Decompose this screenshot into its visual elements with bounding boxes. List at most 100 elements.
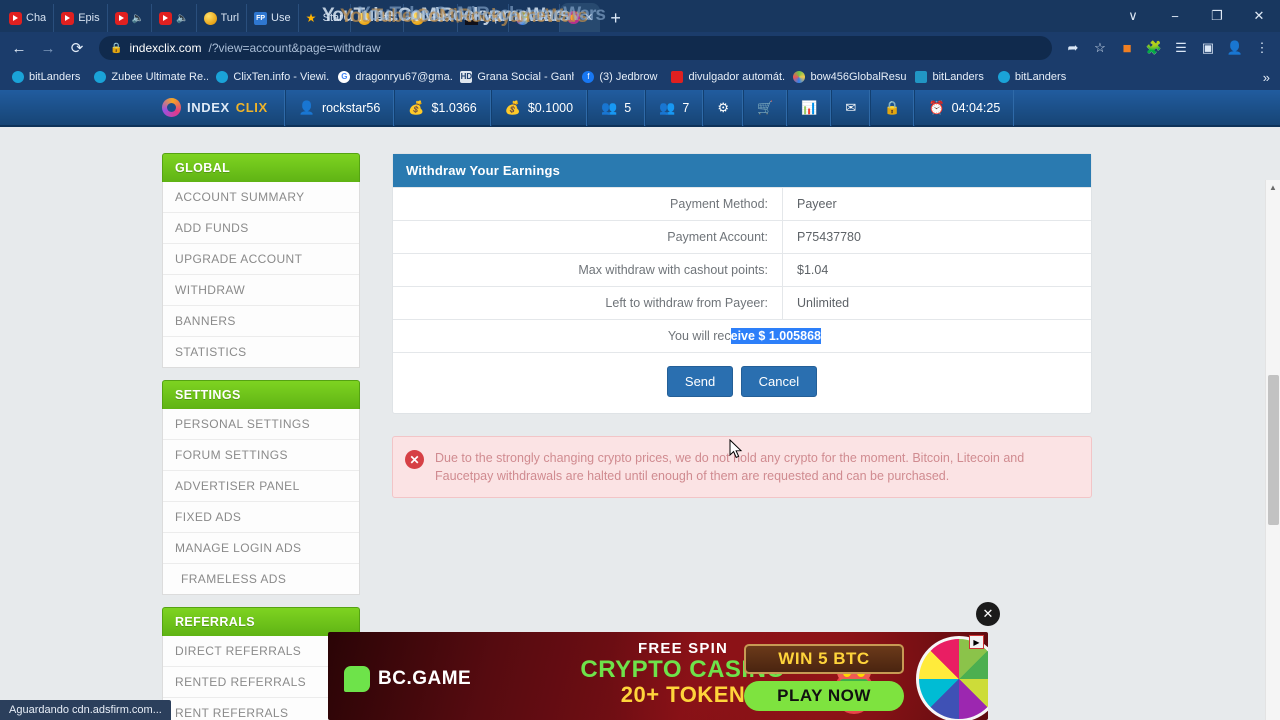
tab-9[interactable]: TM http [458,4,509,32]
bookmark-star-icon[interactable]: ☆ [1088,36,1112,60]
sidebar-item-statistics[interactable]: STATISTICS [163,337,359,367]
bookmark-7[interactable]: bow456GlobalResu... [787,71,907,83]
row-left-to-withdraw: Left to withdraw from Payeer: Unlimited [393,286,1091,319]
ad-banner-container: ✕ BC.GAME FREE SPIN CRYPTO CASINO 20+ TO… [328,602,1000,720]
share-icon[interactable]: ➦ [1061,36,1085,60]
bookmark-6[interactable]: divulgador automát... [665,71,785,83]
cart-icon: 🛒 [756,100,774,115]
tab-5[interactable]: FP Use [247,4,299,32]
receive-text: You will receive $ 1.005868 [393,320,1091,352]
bookmarks-overflow-icon[interactable]: » [1263,70,1274,85]
url-host: indexclix.com [129,41,202,55]
bookmark-1[interactable]: Zubee Ultimate Re... [88,71,208,83]
bookmark-5[interactable]: f (3) Jedbrow [576,71,663,83]
bookmark-2[interactable]: ClixTen.info - Viewi... [210,71,330,83]
sidebar-item-forum-settings[interactable]: FORUM SETTINGS [163,440,359,471]
tab-1[interactable]: Epis [54,4,108,32]
ad-choices-icon[interactable]: ▶ [969,635,984,649]
ad-brand-text: BC.GAME [378,668,472,689]
nav-main-balance[interactable]: 💰 $1.0366 [394,90,491,126]
row-label: Left to withdraw from Payeer: [605,296,768,310]
browser-chrome: Cha Epis 🔈 🔈 Turl FP Use ★ Star Fast ESS T… [0,0,1280,90]
tab-close-icon[interactable]: ✕ [584,11,593,24]
tab-strip: Cha Epis 🔈 🔈 Turl FP Use ★ Star Fast ESS T… [0,0,1280,32]
bookmark-8[interactable]: bitLanders [909,71,989,83]
sidebar-item-withdraw[interactable]: WITHDRAW [163,275,359,306]
sidebar-item-upgrade-account[interactable]: UPGRADE ACCOUNT [163,244,359,275]
sidebar-item-add-funds[interactable]: ADD FUNDS [163,213,359,244]
tab-8[interactable]: ESS [404,4,459,32]
bookmark-9[interactable]: bitLanders [992,71,1072,83]
tab-3[interactable]: 🔈 [152,4,197,32]
profile-avatar-icon[interactable]: 👤 [1223,36,1247,60]
facebook-icon: f [582,71,595,83]
tab-10[interactable]: Cas [509,4,561,32]
reading-list-icon[interactable]: ☰ [1169,36,1193,60]
row-you-will-receive: You will receive $ 1.005868 [393,319,1091,352]
close-window-button[interactable]: ✕ [1238,0,1280,32]
tab-4[interactable]: Turl [197,4,248,32]
bookmark-0[interactable]: bitLanders [6,71,86,83]
tab-7[interactable]: Fast [351,4,405,32]
sidebar-item-banners[interactable]: BANNERS [163,306,359,337]
tab-2[interactable]: 🔈 [108,4,153,32]
reload-icon[interactable]: ⟳ [64,35,90,61]
nav-stats[interactable]: 📊 [787,90,832,126]
bookmark-label: divulgador automát... [688,71,786,83]
sidebar-item-account-summary[interactable]: ACCOUNT SUMMARY [163,182,359,213]
browser-menu-icon[interactable]: ⋮ [1250,36,1274,60]
bookmark-3[interactable]: Gdragonryu67@gma... [332,71,452,83]
sidebar-item-frameless-ads[interactable]: FRAMELESS ADS [163,564,359,594]
indexclix-logo-icon [162,98,181,117]
nav-rented-referrals[interactable]: 👥 7 [645,90,704,126]
tab-search-button[interactable]: ∨ [1112,0,1154,32]
forward-icon[interactable]: → [35,35,61,61]
scrollbar-thumb[interactable] [1268,375,1279,525]
tab-6[interactable]: ★ Star [299,4,351,32]
flower-icon [793,71,806,83]
send-button[interactable]: Send [666,366,734,397]
sidebar-section-settings-header: SETTINGS [162,380,360,409]
nav-store[interactable]: 🛒 [742,90,788,126]
nav-security[interactable]: 🔒 [870,90,915,126]
tab-active-indexclix[interactable]: ✕ [560,3,601,32]
mail-icon: ✉ [845,100,857,115]
sidebar-item-personal-settings[interactable]: PERSONAL SETTINGS [163,409,359,440]
tab-0[interactable]: Cha [2,4,55,32]
nav-direct-referrals[interactable]: 👥 5 [587,90,646,126]
nav-timer[interactable]: ⏰ 04:04:25 [914,90,1015,126]
mute-icon[interactable]: 🔈 [132,13,144,24]
bc-game-ad[interactable]: BC.GAME FREE SPIN CRYPTO CASINO 20+ TOKE… [328,632,988,720]
page-scrollbar[interactable]: ▲ ▼ [1265,180,1280,720]
sidebar-item-fixed-ads[interactable]: FIXED ADS [163,502,359,533]
bookmarks-bar: bitLanders Zubee Ultimate Re... ClixTen.… [0,64,1280,90]
extensions-puzzle-icon[interactable]: 🧩 [1142,36,1166,60]
back-icon[interactable]: ← [6,35,32,61]
scroll-up-icon[interactable]: ▲ [1266,180,1280,195]
address-bar[interactable]: 🔒 indexclix.com /?view=account&page=withd… [99,36,1052,60]
ad-play-now-button[interactable]: PLAY NOW [744,681,904,711]
navigation-toolbar: ← → ⟳ 🔒 indexclix.com /?view=account&page… [0,32,1280,64]
extension-orange-icon[interactable]: ■ [1115,36,1139,60]
minimize-button[interactable]: − [1154,0,1196,32]
site-logo[interactable]: INDEX CLIX [152,90,285,126]
ad-close-button[interactable]: ✕ [976,602,1000,626]
cancel-button[interactable]: Cancel [740,366,818,397]
sidebar-item-manage-login-ads[interactable]: MANAGE LOGIN ADS [163,533,359,564]
maximize-button[interactable]: ❐ [1196,0,1238,32]
bookmark-4[interactable]: HD Grana Social - Ganh... [454,71,574,83]
sidebar-item-advertiser-panel[interactable]: ADVERTISER PANEL [163,471,359,502]
youtube-icon [61,11,75,25]
form-icon: FP [254,11,268,25]
mute-icon[interactable]: 🔈 [176,13,188,24]
nav-username[interactable]: 👤 rockstar56 [284,90,395,126]
nav-settings[interactable]: ⚙ [703,90,743,126]
nav-purchase-balance[interactable]: 💰 $0.1000 [490,90,588,126]
new-tab-button[interactable]: + [600,8,631,32]
tab-label: Cha [26,12,47,24]
tab-label: Use [271,12,291,24]
sidebar-icon[interactable]: ▣ [1196,36,1220,60]
nav-messages[interactable]: ✉ [831,90,871,126]
row-payment-account: Payment Account: P75437780 [393,220,1091,253]
bookmark-label: bow456GlobalResu... [810,71,908,83]
